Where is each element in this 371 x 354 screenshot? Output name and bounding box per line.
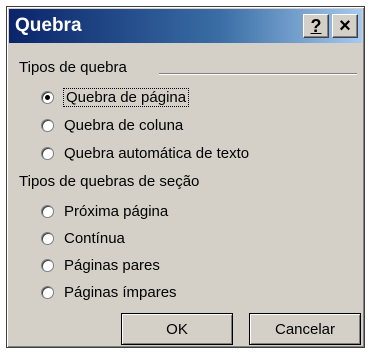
title-bar: Quebra ? × [9, 9, 362, 43]
radio-label: Quebra de página [62, 88, 190, 107]
radio-next-page[interactable]: Próxima página [41, 203, 168, 220]
cancel-button[interactable]: Cancelar [249, 313, 361, 345]
radio-button[interactable] [41, 205, 54, 218]
radio-label: Contínua [64, 230, 125, 247]
radio-label: Páginas pares [64, 257, 160, 274]
radio-text-wrap-break[interactable]: Quebra automática de texto [41, 145, 249, 162]
break-types-label: Tipos de quebra [19, 59, 127, 76]
radio-continuous[interactable]: Contínua [41, 230, 125, 247]
radio-button[interactable] [41, 259, 54, 272]
radio-button[interactable] [41, 119, 54, 132]
radio-button[interactable] [41, 91, 54, 104]
section-break-types-label: Tipos de quebras de seção [19, 173, 200, 190]
radio-even-pages[interactable]: Páginas pares [41, 257, 160, 274]
dialog-title: Quebra [15, 15, 82, 36]
help-icon: ? [310, 15, 322, 36]
radio-button[interactable] [41, 147, 54, 160]
radio-label: Quebra automática de texto [64, 145, 250, 162]
close-button[interactable]: × [332, 14, 358, 38]
ok-button[interactable]: OK [121, 313, 233, 345]
radio-page-break[interactable]: Quebra de página [41, 88, 190, 107]
radio-odd-pages[interactable]: Páginas ímpares [41, 284, 177, 301]
radio-label: Próxima página [64, 203, 169, 220]
radio-button[interactable] [41, 286, 54, 299]
radio-label: Quebra de coluna [64, 117, 184, 134]
help-button[interactable]: ? [303, 14, 329, 38]
close-icon: × [339, 14, 351, 37]
radio-label: Páginas ímpares [64, 284, 177, 301]
radio-button[interactable] [41, 232, 54, 245]
radio-column-break[interactable]: Quebra de coluna [41, 117, 183, 134]
group-divider [159, 73, 357, 75]
break-dialog: Quebra ? × Tipos de quebra Quebra de pág… [6, 6, 365, 348]
